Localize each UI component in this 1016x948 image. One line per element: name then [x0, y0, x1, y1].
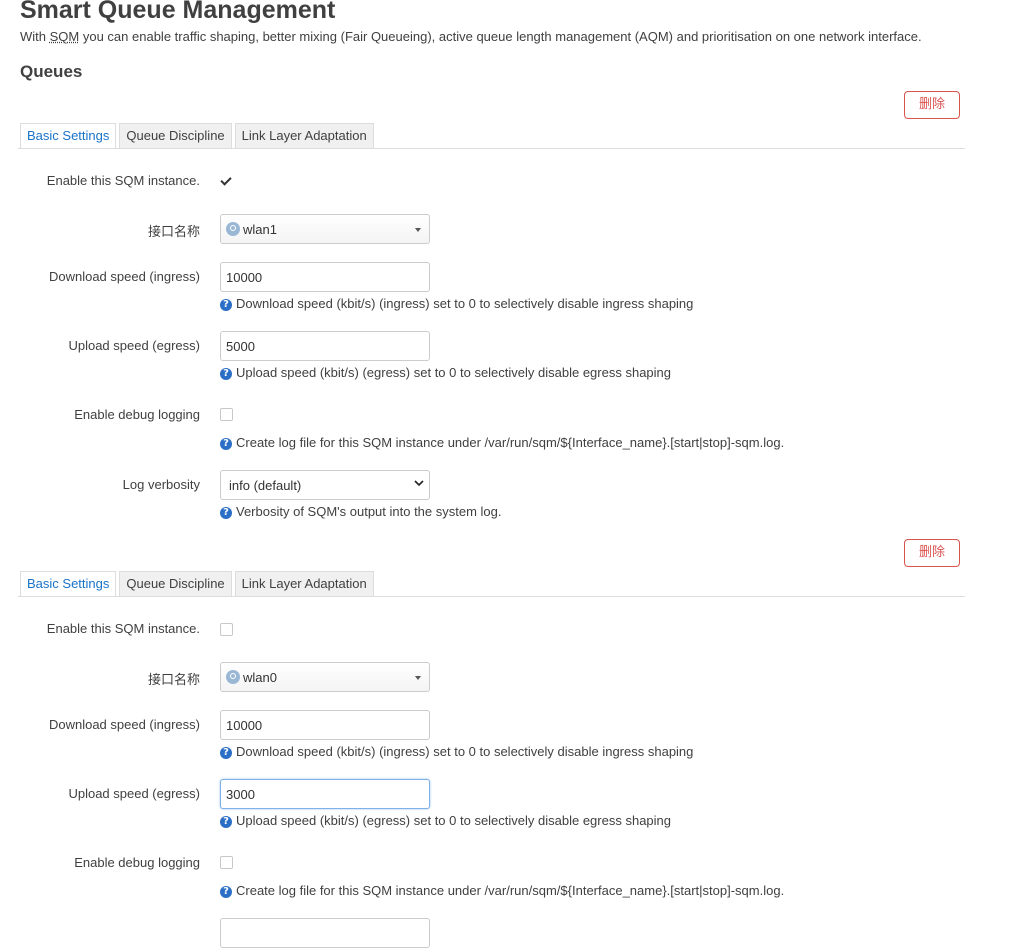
enable-checkbox[interactable]	[220, 175, 233, 188]
description-prefix: With	[20, 29, 50, 44]
download-label: Download speed (ingress)	[48, 717, 200, 732]
page-title: Smart Queue Management	[20, 0, 336, 24]
download-speed-input[interactable]	[220, 710, 430, 740]
upload-label: Upload speed (egress)	[68, 786, 200, 801]
download-hint-text: Download speed (kbit/s) (ingress) set to…	[236, 744, 694, 759]
upload-label: Upload speed (egress)	[68, 338, 200, 353]
enable-label: Enable this SQM instance.	[46, 173, 200, 188]
help-icon: ?	[220, 368, 232, 380]
tab-bar: Basic Settings Queue Discipline Link Lay…	[20, 123, 374, 149]
tab-divider	[18, 596, 965, 597]
debug-checkbox[interactable]	[220, 856, 233, 869]
help-icon: ?	[220, 886, 232, 898]
debug-hint-text: Create log file for this SQM instance un…	[236, 883, 785, 898]
tab-queue-discipline[interactable]: Queue Discipline	[119, 123, 232, 148]
download-label: Download speed (ingress)	[48, 269, 200, 284]
interface-value: wlan1	[243, 222, 277, 237]
chevron-down-icon	[414, 480, 424, 487]
debug-checkbox[interactable]	[220, 408, 233, 421]
help-icon: ?	[220, 507, 232, 519]
interface-select[interactable]: wlan1	[220, 214, 430, 244]
delete-button[interactable]: 删除	[904, 539, 960, 567]
debug-hint: ? Create log file for this SQM instance u…	[220, 883, 784, 898]
interface-select[interactable]: wlan0	[220, 662, 430, 692]
page-description: With SQM you can enable traffic shaping,…	[20, 29, 922, 44]
wifi-icon	[226, 670, 240, 684]
sqm-abbr: SQM	[49, 29, 80, 44]
tab-basic-settings[interactable]: Basic Settings	[20, 123, 117, 149]
tab-basic-settings[interactable]: Basic Settings	[20, 571, 117, 597]
verbosity-hint: ? Verbosity of SQM's output into the syst…	[220, 504, 502, 519]
help-icon: ?	[220, 816, 232, 828]
upload-hint-text: Upload speed (kbit/s) (egress) set to 0 …	[236, 365, 671, 380]
verbosity-select[interactable]: info (default)	[220, 470, 430, 500]
download-hint-text: Download speed (kbit/s) (ingress) set to…	[236, 296, 694, 311]
wifi-icon	[226, 222, 240, 236]
section-title-queues: Queues	[20, 62, 83, 81]
download-hint: ? Download speed (kbit/s) (ingress) set t…	[220, 296, 693, 311]
debug-label: Enable debug logging	[74, 855, 200, 870]
tab-bar: Basic Settings Queue Discipline Link Lay…	[20, 571, 374, 597]
verbosity-label: Log verbosity	[122, 477, 200, 492]
debug-hint: ? Create log file for this SQM instance u…	[220, 435, 784, 450]
help-icon: ?	[220, 747, 232, 759]
help-icon: ?	[220, 299, 232, 311]
verbosity-value: info (default)	[229, 478, 302, 493]
tab-queue-discipline[interactable]: Queue Discipline	[119, 571, 232, 596]
upload-speed-input[interactable]	[220, 331, 430, 361]
interface-label: 接口名称	[147, 224, 200, 239]
verbosity-hint-text: Verbosity of SQM's output into the syste…	[236, 504, 502, 519]
interface-value: wlan0	[243, 670, 277, 685]
tab-link-layer-adaptation[interactable]: Link Layer Adaptation	[234, 123, 374, 148]
description-suffix: you can enable traffic shaping, better m…	[79, 29, 922, 44]
upload-hint: ? Upload speed (kbit/s) (egress) set to 0…	[220, 365, 671, 380]
tab-divider	[18, 148, 965, 149]
dropdown-arrow-icon	[415, 228, 421, 232]
debug-label: Enable debug logging	[74, 407, 200, 422]
dropdown-arrow-icon	[415, 676, 421, 680]
help-icon: ?	[220, 438, 232, 450]
upload-hint: ? Upload speed (kbit/s) (egress) set to 0…	[220, 813, 671, 828]
enable-checkbox[interactable]	[220, 623, 233, 636]
verbosity-select[interactable]	[220, 918, 430, 948]
download-hint: ? Download speed (kbit/s) (ingress) set t…	[220, 744, 693, 759]
upload-speed-input[interactable]	[220, 779, 430, 809]
tab-link-layer-adaptation[interactable]: Link Layer Adaptation	[234, 571, 374, 596]
interface-label: 接口名称	[147, 672, 200, 687]
delete-button[interactable]: 删除	[904, 91, 960, 119]
upload-hint-text: Upload speed (kbit/s) (egress) set to 0 …	[236, 813, 671, 828]
enable-label: Enable this SQM instance.	[46, 621, 200, 636]
debug-hint-text: Create log file for this SQM instance un…	[236, 435, 785, 450]
download-speed-input[interactable]	[220, 262, 430, 292]
